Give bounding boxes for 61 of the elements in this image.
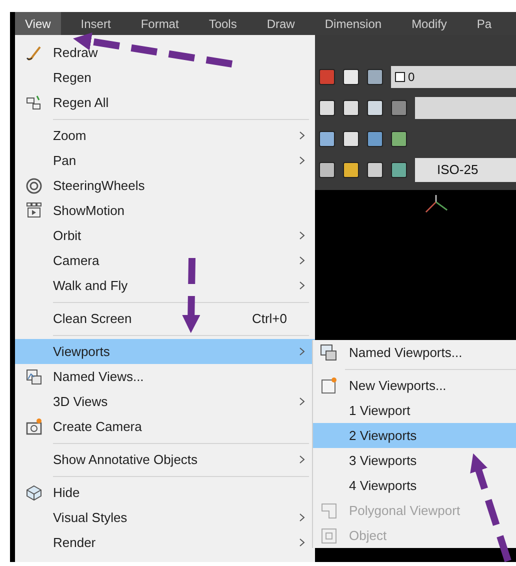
toolbar-icon[interactable] [367,100,383,116]
menu-item[interactable]: Regen [15,65,315,90]
menu-bar-item[interactable]: Pa [466,12,502,35]
toolbar-icon[interactable] [367,69,383,85]
menu-item[interactable]: Redraw [15,40,315,65]
toolbar-icon[interactable] [367,131,383,147]
layer-name: 0 [408,69,415,86]
menu-item[interactable]: Named Views... [15,364,315,389]
menu-item[interactable]: Render [15,530,315,555]
menu-item-icon [25,94,43,112]
toolbar-icon[interactable] [319,162,335,178]
menu-bar-item[interactable]: View [15,12,61,35]
menu-item-icon [25,368,43,386]
menu-item[interactable]: Show Annotative Objects [15,447,315,472]
dimension-style-dropdown[interactable]: ISO-25 [415,158,516,182]
toolbar-icon[interactable] [391,162,407,178]
menu-bar-item[interactable]: Draw [256,12,305,35]
menu-item[interactable]: Clean Screen Ctrl+0 [15,306,315,331]
menu-bar-item[interactable]: Format [130,12,189,35]
menu-item[interactable]: ShowMotion [15,198,315,223]
submenu-item[interactable]: New Viewports... [313,373,516,398]
toolbar-icon[interactable] [343,131,359,147]
menu-bar-item[interactable]: Dimension [314,12,392,35]
menu-item[interactable]: Orbit [15,223,315,248]
menu-item[interactable]: Visual Styles [15,505,315,530]
menu-item-icon [320,502,338,520]
menu-bar-item[interactable]: Tools [198,12,247,35]
menu-item[interactable]: Camera [15,248,315,273]
menu-item-icon [320,376,338,394]
menu-item-icon [320,344,338,362]
submenu-item[interactable]: Named Viewports... [313,340,516,365]
submenu-item[interactable]: 1 Viewport [313,398,516,423]
menu-item[interactable]: SteeringWheels [15,173,315,198]
menu-item[interactable]: Regen All [15,90,315,115]
menu-item-icon [25,418,43,436]
toolbar-icon[interactable] [343,162,359,178]
menu-item-icon [25,202,43,220]
menu-item-icon [320,526,338,544]
toolbar-icon[interactable] [343,69,359,85]
layer-dropdown[interactable]: 0 [391,66,516,88]
menu-item-icon [25,44,43,62]
toolbar-icon[interactable] [343,100,359,116]
menu-item[interactable]: Hide [15,480,315,505]
submenu-item[interactable]: 3 Viewports [313,448,516,473]
menu-item[interactable]: Zoom [15,123,315,148]
menu-item[interactable]: Walk and Fly [15,273,315,298]
menu-item[interactable]: Pan [15,148,315,173]
toolbar-icon[interactable] [319,131,335,147]
toolbar-icon[interactable] [319,100,335,116]
toolbar-icon[interactable] [391,131,407,147]
layer-color-icon [395,72,405,82]
menu-item[interactable]: 3D Views [15,389,315,414]
submenu-item[interactable]: 2 Viewports [313,423,516,448]
menu-bar-item[interactable]: Insert [70,12,121,35]
submenu-item[interactable]: 4 Viewports [313,473,516,498]
menu-item-icon [25,484,43,502]
toolbar-icon[interactable] [367,162,383,178]
menu-item[interactable]: Create Camera [15,414,315,439]
menu-item[interactable]: Viewports [15,339,315,364]
menu-item-icon [25,176,43,194]
menu-bar-item[interactable]: Modify [402,12,457,35]
